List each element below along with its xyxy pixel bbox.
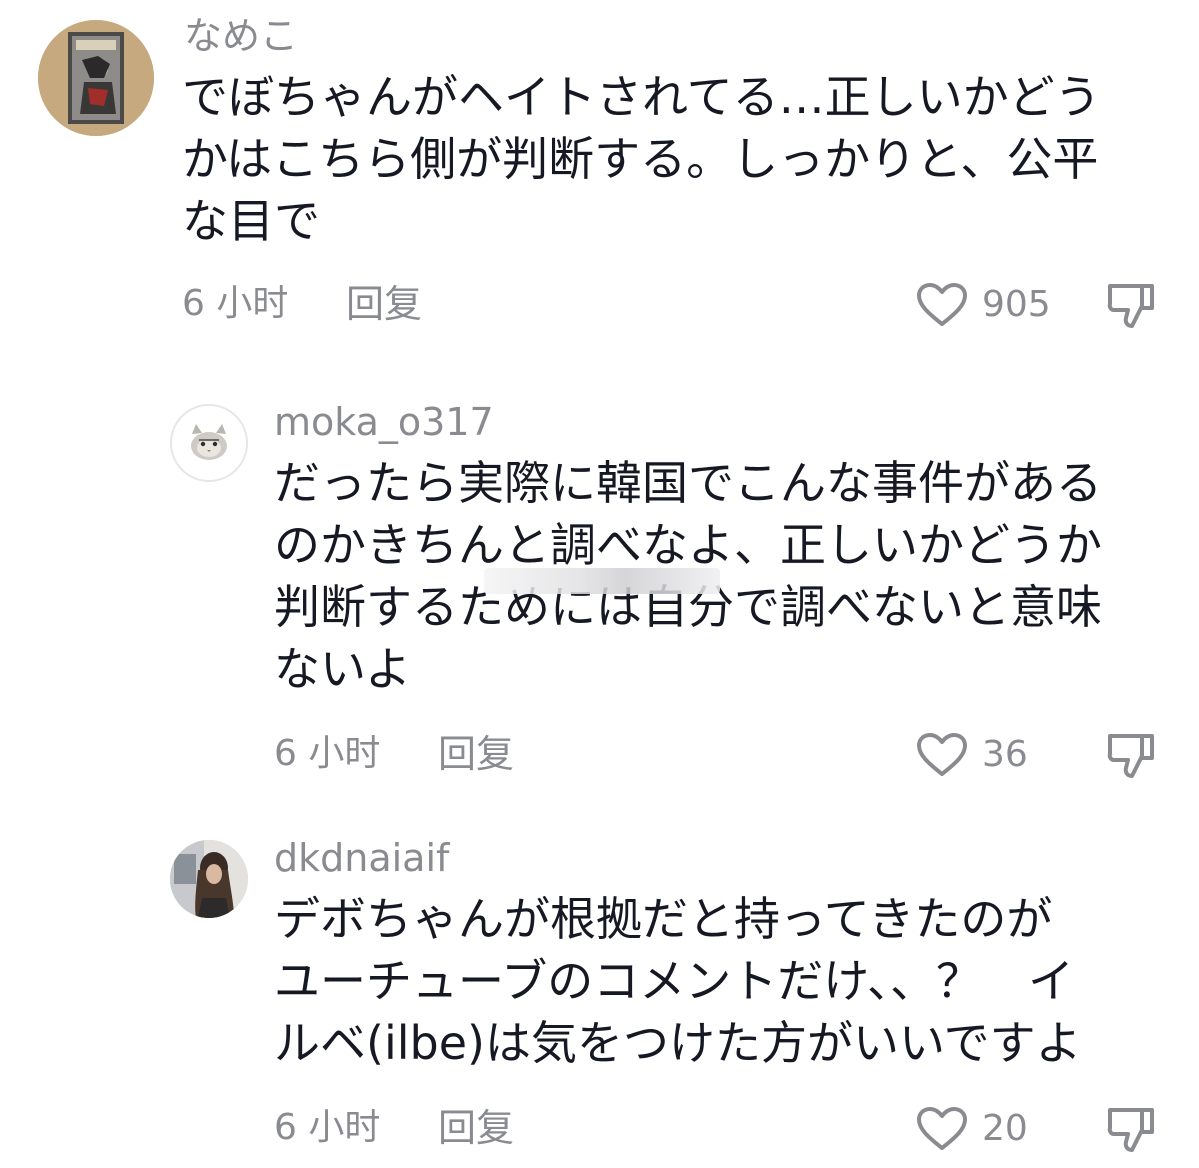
comment-username[interactable]: なめこ [184,14,298,58]
thumbs-down-outline-icon [1107,1108,1154,1152]
blurred-overlay [484,568,720,594]
like-button[interactable]: 20 [916,1106,1028,1152]
dislike-button[interactable] [1106,1106,1156,1154]
reply-button[interactable]: 回复 [438,1106,514,1150]
dislike-button[interactable] [1106,732,1156,780]
comment-text-line: でぼちゃんがヘイトされてる…正しいかどう [182,70,1101,124]
comment-text-line: ユーチューブのコメントだけ、、？ イ [274,954,1074,1008]
thumbs-down-outline-icon [1107,734,1154,778]
heart-outline-icon [917,283,967,326]
comment-text-line: な目で [182,194,320,248]
avatar-image [38,20,154,136]
comment-text-line: のかきちんと調べなよ、正しいかどうか [274,518,1102,572]
heart-outline-icon [917,1107,967,1150]
like-count: 905 [982,284,1051,325]
comment-timestamp: 6 小时 [274,1107,381,1148]
comment-username[interactable]: dkdnaiaif [274,836,449,880]
heart-outline-icon [917,733,967,776]
comment-text-line: かはこちら側が判断する。しっかりと、公平 [182,132,1099,186]
comment-item: なめこ でぼちゃんがヘイトされてる…正しいかどう かはこちら側が判断する。しっか… [0,0,1199,370]
like-button[interactable]: 36 [916,732,1028,778]
comment-text-line: だったら実際に韓国でこんな事件がある [274,456,1102,510]
avatar[interactable] [170,840,248,918]
comment-timestamp: 6 小时 [274,733,381,774]
avatar[interactable] [38,20,154,136]
like-count: 20 [982,1108,1028,1149]
comment-username[interactable]: moka_o317 [274,400,494,444]
reply-button[interactable]: 回复 [346,282,422,326]
comment-text-line: ルベ(ilbe)は気をつけた方がいいですよ [274,1016,1082,1070]
like-count: 36 [982,734,1028,775]
like-button[interactable]: 905 [916,282,1051,328]
reply-comment-item: dkdnaiaif デボちゃんが根拠だと持ってきたのが ユーチューブのコメントだ… [0,818,1199,1168]
dislike-button[interactable] [1106,282,1156,330]
reply-comment-item: moka_o317 だったら実際に韓国でこんな事件がある のかきちんと調べなよ、… [0,380,1199,810]
comment-text-line: ないよ [274,642,412,696]
comment-timestamp: 6 小时 [182,283,289,324]
avatar[interactable] [170,404,248,482]
avatar-image [172,406,246,480]
reply-button[interactable]: 回复 [438,732,514,776]
thumbs-down-outline-icon [1107,284,1154,328]
comment-text-line: デボちゃんが根拠だと持ってきたのが [274,892,1053,946]
avatar-image [170,840,248,918]
